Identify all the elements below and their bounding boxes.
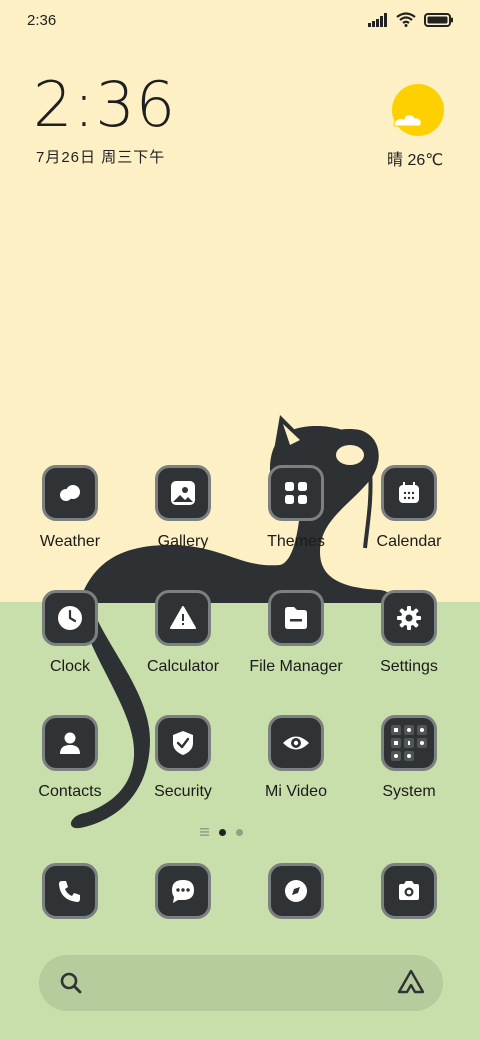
app-calendar[interactable]: Calendar bbox=[353, 465, 465, 551]
page-dot[interactable] bbox=[236, 828, 243, 836]
app-label: Weather bbox=[39, 533, 101, 550]
camera-icon bbox=[381, 863, 437, 919]
status-time: 2:36 bbox=[27, 12, 57, 29]
app-calculator[interactable]: Calculator bbox=[127, 590, 239, 676]
app-mi-video[interactable]: Mi Video bbox=[240, 715, 352, 801]
clock-widget-time[interactable]: 2:36 bbox=[33, 74, 176, 136]
app-label: Themes bbox=[267, 533, 325, 550]
app-file-manager[interactable]: File Manager bbox=[240, 590, 352, 676]
dock-messages[interactable] bbox=[127, 863, 239, 919]
page-dot-active[interactable] bbox=[219, 828, 226, 836]
message-icon bbox=[155, 863, 211, 919]
app-label: Mi Video bbox=[265, 783, 327, 800]
gallery-icon bbox=[155, 465, 211, 521]
app-label: System bbox=[382, 783, 436, 800]
app-clock[interactable]: Clock bbox=[14, 590, 126, 676]
weather-icon bbox=[42, 465, 98, 521]
app-label: Calendar bbox=[376, 533, 442, 550]
themes-icon bbox=[268, 465, 324, 521]
phone-icon bbox=[42, 863, 98, 919]
app-label: Settings bbox=[380, 658, 438, 675]
folder-icon bbox=[381, 715, 437, 771]
app-label: Gallery bbox=[157, 533, 209, 550]
gear-icon bbox=[381, 590, 437, 646]
signal-icon bbox=[368, 12, 387, 27]
dock-phone[interactable] bbox=[14, 863, 126, 919]
app-contacts[interactable]: Contacts bbox=[14, 715, 126, 801]
clock-widget-date: 7月26日 周三下午 bbox=[36, 149, 166, 166]
status-bar: 2:36 bbox=[0, 0, 480, 42]
app-system-folder[interactable]: System bbox=[353, 715, 465, 801]
page-indicator[interactable] bbox=[200, 828, 243, 836]
app-label: File Manager bbox=[249, 658, 343, 675]
assistant-icon[interactable] bbox=[397, 969, 425, 995]
app-themes[interactable]: Themes bbox=[240, 465, 352, 551]
menu-lines-icon bbox=[200, 828, 209, 836]
app-settings[interactable]: Settings bbox=[353, 590, 465, 676]
weather-text: 晴 26℃ bbox=[387, 152, 444, 169]
app-weather[interactable]: Weather bbox=[14, 465, 126, 551]
shield-icon bbox=[155, 715, 211, 771]
search-icon[interactable] bbox=[59, 971, 83, 995]
calendar-icon bbox=[381, 465, 437, 521]
clock-icon bbox=[42, 590, 98, 646]
sun-cloud-icon[interactable] bbox=[392, 84, 444, 136]
file-manager-icon bbox=[268, 590, 324, 646]
app-label: Clock bbox=[49, 658, 90, 675]
wifi-icon bbox=[396, 12, 416, 27]
app-label: Contacts bbox=[38, 783, 102, 800]
dock-browser[interactable] bbox=[240, 863, 352, 919]
contact-icon bbox=[42, 715, 98, 771]
dock-camera[interactable] bbox=[353, 863, 465, 919]
battery-icon bbox=[424, 12, 453, 27]
calculator-icon bbox=[155, 590, 211, 646]
app-label: Calculator bbox=[146, 658, 220, 675]
compass-icon bbox=[268, 863, 324, 919]
app-security[interactable]: Security bbox=[127, 715, 239, 801]
app-label: Security bbox=[154, 783, 212, 800]
search-bar[interactable] bbox=[39, 955, 443, 1011]
eye-icon bbox=[268, 715, 324, 771]
app-gallery[interactable]: Gallery bbox=[127, 465, 239, 551]
